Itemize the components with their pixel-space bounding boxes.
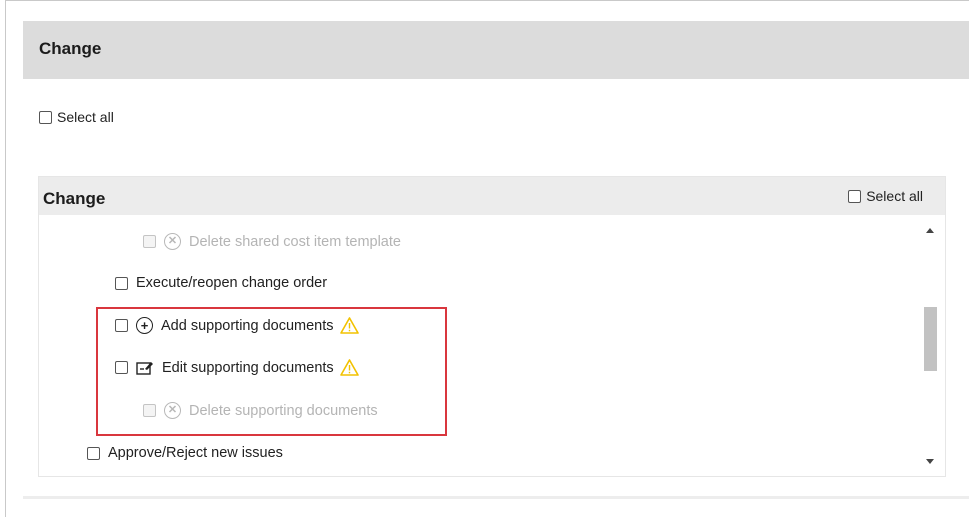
delete-icon: ✕ (164, 402, 181, 419)
divider (23, 496, 969, 499)
inner-section: Change Select all ✕ Delete shared cost i… (38, 176, 946, 477)
warning-icon (339, 317, 359, 334)
permission-item-add-supporting-documents[interactable]: + Add supporting documents (115, 317, 359, 334)
permission-label: Add supporting documents (161, 317, 334, 334)
inner-select-all-label: Select all (866, 188, 923, 204)
inner-select-all[interactable]: Select all (848, 188, 923, 204)
outer-section-header: Change (23, 21, 969, 79)
permission-list: ✕ Delete shared cost item template Execu… (39, 215, 919, 476)
inner-section-title: Change (43, 189, 106, 208)
permission-label: Delete shared cost item template (189, 233, 401, 250)
vertical-scrollbar[interactable] (919, 215, 945, 476)
permission-label: Approve/Reject new issues (108, 445, 283, 461)
permission-item-delete-shared-cost-item-template: ✕ Delete shared cost item template (143, 233, 401, 250)
edit-icon (136, 361, 153, 375)
permission-checkbox[interactable] (115, 319, 128, 332)
outer-select-all[interactable]: Select all (39, 109, 114, 125)
permission-item-execute-reopen-change-order[interactable]: Execute/reopen change order (115, 275, 327, 291)
outer-section-title: Change (39, 39, 102, 58)
inner-select-all-checkbox[interactable] (848, 189, 862, 203)
permission-checkbox (143, 235, 156, 248)
scroll-down-arrow-icon[interactable] (926, 459, 934, 464)
permission-item-delete-supporting-documents: ✕ Delete supporting documents (143, 402, 378, 419)
scroll-up-arrow-icon[interactable] (926, 228, 934, 233)
permission-item-edit-supporting-documents[interactable]: Edit supporting documents (115, 359, 359, 376)
permission-label: Delete supporting documents (189, 402, 378, 419)
permission-checkbox[interactable] (115, 276, 128, 290)
permission-label: Edit supporting documents (162, 359, 334, 376)
outer-select-all-label: Select all (57, 109, 114, 125)
add-icon: + (136, 317, 153, 334)
permission-checkbox[interactable] (115, 361, 128, 374)
permission-item-approve-reject-new-issues[interactable]: Approve/Reject new issues (87, 445, 283, 461)
permission-checkbox[interactable] (87, 446, 100, 460)
permission-label: Execute/reopen change order (136, 275, 328, 291)
warning-icon (339, 359, 359, 376)
delete-icon: ✕ (164, 233, 181, 250)
inner-section-header: Change Select all (39, 177, 945, 215)
scrollbar-thumb[interactable] (924, 307, 937, 371)
outer-select-all-checkbox[interactable] (39, 110, 52, 124)
permission-checkbox (143, 404, 156, 417)
